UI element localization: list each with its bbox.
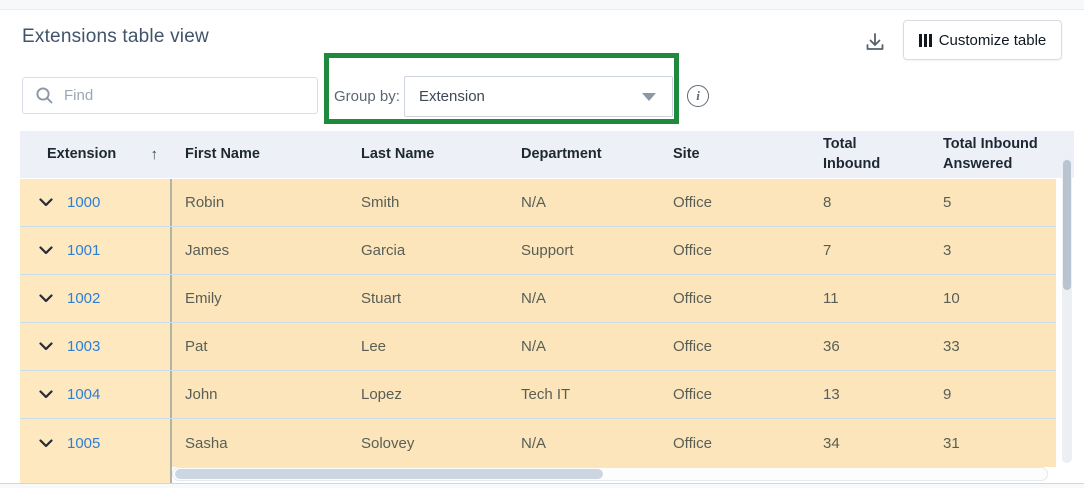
department-cell: N/A	[521, 290, 547, 307]
next-row-partial-cell	[20, 467, 172, 483]
site-cell: Office	[673, 338, 712, 355]
column-header-total-inbound-answered[interactable]: Total Inbound Answered	[930, 131, 1056, 178]
chevron-down-icon	[39, 198, 53, 207]
extension-cell: 1005	[20, 419, 172, 467]
first-name-cell: John	[185, 386, 218, 403]
chevron-down-icon	[39, 438, 53, 447]
site-cell: Office	[673, 290, 712, 307]
column-header-last-name[interactable]: Last Name	[348, 131, 508, 178]
info-icon[interactable]: i	[687, 85, 709, 107]
group-by-dropdown[interactable]: Extension	[404, 76, 673, 117]
find-input[interactable]	[64, 87, 294, 104]
total-inbound-cell: 7	[823, 242, 832, 259]
total-inbound-answered-cell: 5	[943, 194, 952, 211]
customize-table-button[interactable]: Customize table	[903, 20, 1062, 60]
extension-cell: 1001	[20, 227, 172, 274]
department-cell: N/A	[521, 434, 547, 452]
chevron-down-icon	[39, 390, 53, 399]
sort-ascending-icon[interactable]: ↑	[151, 145, 159, 165]
total-inbound-answered-cell: 10	[943, 290, 960, 307]
row-expand-button[interactable]	[38, 291, 54, 307]
table-row: 1004 John Lopez Tech IT Office 13 9	[20, 371, 1056, 419]
total-inbound-cell: 13	[823, 386, 840, 403]
row-expand-button[interactable]	[38, 339, 54, 355]
download-button[interactable]	[860, 27, 890, 57]
first-name-cell: Robin	[185, 194, 225, 211]
total-inbound-answered-cell: 33	[943, 338, 960, 355]
last-name-cell: Solovey	[361, 434, 415, 452]
table-row: 1001 James Garcia Support Office 7 3	[20, 227, 1056, 275]
table-body: 1000 Robin Smith N/A Office 8 5 1001 Jam…	[20, 179, 1056, 467]
page-top-strip	[0, 0, 1084, 10]
table-row: 1005 Sasha Solovey N/A Office 34 31	[20, 419, 1056, 467]
department-cell: N/A	[521, 338, 547, 355]
total-inbound-answered-cell: 3	[943, 242, 952, 259]
group-by-selected-value: Extension	[419, 88, 485, 105]
chevron-down-icon	[642, 92, 656, 101]
last-name-cell: Lee	[361, 338, 387, 355]
page-bottom-strip	[0, 483, 1084, 488]
table-header-row: Extension ↑ First Name Last Name Departm…	[20, 131, 1074, 178]
column-header-site[interactable]: Site	[660, 131, 810, 178]
vertical-scrollbar-thumb[interactable]	[1063, 160, 1071, 290]
site-cell: Office	[673, 434, 712, 452]
horizontal-scrollbar-thumb[interactable]	[175, 469, 603, 479]
first-name-cell: Emily	[185, 290, 222, 307]
table-row: 1000 Robin Smith N/A Office 8 5	[20, 179, 1056, 227]
department-cell: Support	[521, 242, 574, 259]
extension-cell: 1004	[20, 371, 172, 418]
total-inbound-cell: 36	[823, 338, 840, 355]
first-name-cell: Pat	[185, 338, 208, 355]
extension-link[interactable]: 1004	[67, 386, 100, 403]
site-cell: Office	[673, 242, 712, 259]
extension-link[interactable]: 1001	[67, 242, 100, 259]
last-name-cell: Garcia	[361, 242, 406, 259]
extension-link[interactable]: 1005	[67, 435, 100, 452]
chevron-down-icon	[39, 246, 53, 255]
first-name-cell: James	[185, 242, 230, 259]
table-row: 1003 Pat Lee N/A Office 36 33	[20, 323, 1056, 371]
extension-cell: 1000	[20, 179, 172, 226]
site-cell: Office	[673, 386, 712, 403]
total-inbound-cell: 8	[823, 194, 832, 211]
extension-link[interactable]: 1002	[67, 290, 100, 307]
extension-cell: 1003	[20, 323, 172, 370]
column-header-first-name[interactable]: First Name	[172, 131, 348, 178]
customize-table-label: Customize table	[938, 31, 1047, 49]
page-title: Extensions table view	[22, 26, 209, 47]
total-inbound-answered-cell: 31	[943, 434, 960, 452]
download-icon	[864, 31, 886, 53]
column-header-extension[interactable]: Extension ↑	[20, 131, 172, 178]
table-row: 1002 Emily Stuart N/A Office 11 10	[20, 275, 1056, 323]
columns-icon	[918, 33, 932, 47]
extension-link[interactable]: 1003	[67, 338, 100, 355]
last-name-cell: Lopez	[361, 386, 402, 403]
chevron-down-icon	[39, 342, 53, 351]
row-expand-button[interactable]	[38, 243, 54, 259]
first-name-cell: Sasha	[185, 434, 228, 452]
department-cell: Tech IT	[521, 386, 571, 403]
total-inbound-cell: 11	[823, 290, 839, 307]
search-icon	[35, 86, 54, 105]
row-expand-button[interactable]	[38, 435, 54, 451]
department-cell: N/A	[521, 194, 547, 211]
site-cell: Office	[673, 194, 712, 211]
total-inbound-cell: 34	[823, 434, 840, 452]
row-expand-button[interactable]	[38, 387, 54, 403]
last-name-cell: Smith	[361, 194, 400, 211]
group-by-label: Group by:	[334, 88, 400, 105]
column-header-department[interactable]: Department	[508, 131, 660, 178]
total-inbound-answered-cell: 9	[943, 386, 952, 403]
extension-cell: 1002	[20, 275, 172, 322]
extension-link[interactable]: 1000	[67, 194, 100, 211]
chevron-down-icon	[39, 294, 53, 303]
find-search-box[interactable]	[22, 77, 318, 114]
row-expand-button[interactable]	[38, 195, 54, 211]
last-name-cell: Stuart	[361, 290, 402, 307]
column-header-total-inbound[interactable]: Total Inbound	[810, 131, 930, 178]
